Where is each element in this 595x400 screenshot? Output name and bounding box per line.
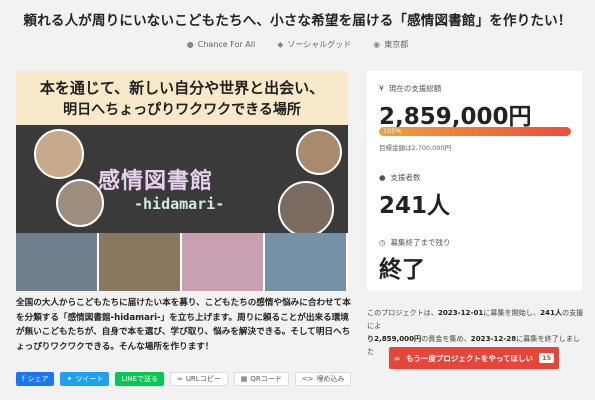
person-icon: ● [379,173,386,182]
facebook-icon: f [22,375,25,383]
project-meta: ● Chance For All ◆ ソーシャルグッド ◉ 東京都 [0,39,595,50]
child-photo [34,129,84,179]
goal-amount: 目標金額は2,700,000円 [379,144,452,152]
progress-text: 105% [383,127,402,135]
facebook-share-label: シェア [27,375,49,383]
embed-label: 埋め込み [316,375,345,383]
remaining-label: 募集終了まで残り [390,238,451,247]
child-photo [56,179,104,227]
supporter-count: 241人 [540,308,562,317]
photo [99,233,182,291]
twitter-share-label: ツイート [75,375,104,383]
library-logo-title: 感情図書館 [98,169,214,194]
line-share-button[interactable]: LINEで送る [115,372,164,386]
child-photo [296,129,342,175]
hero-tagline-2: 明日へちょっぴりワクワクできる場所 [63,102,301,118]
child-photo [278,181,334,237]
raised-amount: り2,859,000円 [367,334,422,343]
summary-text: に募集を開始し、 [483,308,541,317]
request-again-button[interactable]: ∞ もう一度プロジェクトをやってほしい 15 [389,347,559,369]
link-icon: ∞ [176,375,183,383]
twitter-share-button[interactable]: ✦ ツイート [60,372,110,386]
share-bar: f シェア ✦ ツイート LINEで送る ∞ URLコピー ▦ QRコード <>… [16,372,352,386]
remaining-value: 終了 [379,257,425,283]
remaining-label-row: ◷ 募集終了まで残り [379,237,451,248]
end-date: 2023-12-28 [470,334,517,343]
total-label: 現在の支援総額 [388,84,442,93]
facebook-share-button[interactable]: f シェア [16,372,55,386]
photo [182,233,265,291]
photo [265,233,348,291]
project-description: 全国の大人からこどもたちに届けたい本を募り、こどもたちの感情や悩みに合わせて本を… [16,298,351,352]
supporters-label-row: ● 支援者数 [379,172,421,183]
summary-text: の資金を集め、 [421,334,471,343]
qr-code-label: QRコード [250,375,282,383]
supporters-label: 支援者数 [390,173,421,182]
request-count-badge: 15 [539,353,555,363]
line-share-label: LINEで送る [121,375,158,383]
location-pin-icon: ◉ [373,40,381,49]
library-logo-subtitle: -hidamari- [134,195,225,213]
location-meta[interactable]: ◉ 東京都 [373,39,408,50]
yen-icon: ¥ [379,84,384,93]
category-meta[interactable]: ◆ ソーシャルグッド [277,39,351,50]
owner-meta[interactable]: ● Chance For All [187,39,255,50]
start-date: 2023-12-01 [437,308,484,317]
progress-bar [379,127,571,136]
photo-strip [16,233,348,291]
infinity-icon: ∞ [393,353,401,363]
tag-icon: ◆ [277,40,284,49]
supporters-count: 241人 [379,193,451,219]
progress-fill [379,127,571,136]
qr-code-button[interactable]: ▦ QRコード [233,372,289,386]
page-title: 頼れる人が周りにいないこどもたちへ、小さな希望を届ける「感情図書館」を作りたい！ [23,13,572,29]
location-name: 東京都 [384,40,409,49]
hero-tagline-1: 本を通じて、新しい自分や世界と出会い、 [39,79,325,97]
qr-icon: ▦ [240,375,248,383]
photo [16,233,99,291]
url-copy-label: URLコピー [185,375,221,383]
clock-icon: ◷ [379,238,386,247]
summary-text: このプロジェクトは、 [367,308,438,317]
code-icon: <> [301,375,314,383]
request-again-label: もう一度プロジェクトをやってほしい [406,353,534,363]
url-copy-button[interactable]: ∞ URLコピー [169,372,228,386]
funding-stats-panel: ¥ 現在の支援総額 2,859,000円 105% 目標金額は2,700,000… [367,71,582,291]
total-label-row: ¥ 現在の支援総額 [379,83,441,94]
embed-button[interactable]: <> 埋め込み [294,372,352,386]
user-icon: ● [186,40,194,49]
hero-image[interactable]: 本を通じて、新しい自分や世界と出会い、 明日へちょっぴりワクワクできる場所 感情… [16,71,348,291]
owner-name: Chance For All [197,40,256,49]
twitter-icon: ✦ [66,375,73,383]
category-name: ソーシャルグッド [287,40,352,49]
total-amount: 2,859,000円 [379,104,532,130]
